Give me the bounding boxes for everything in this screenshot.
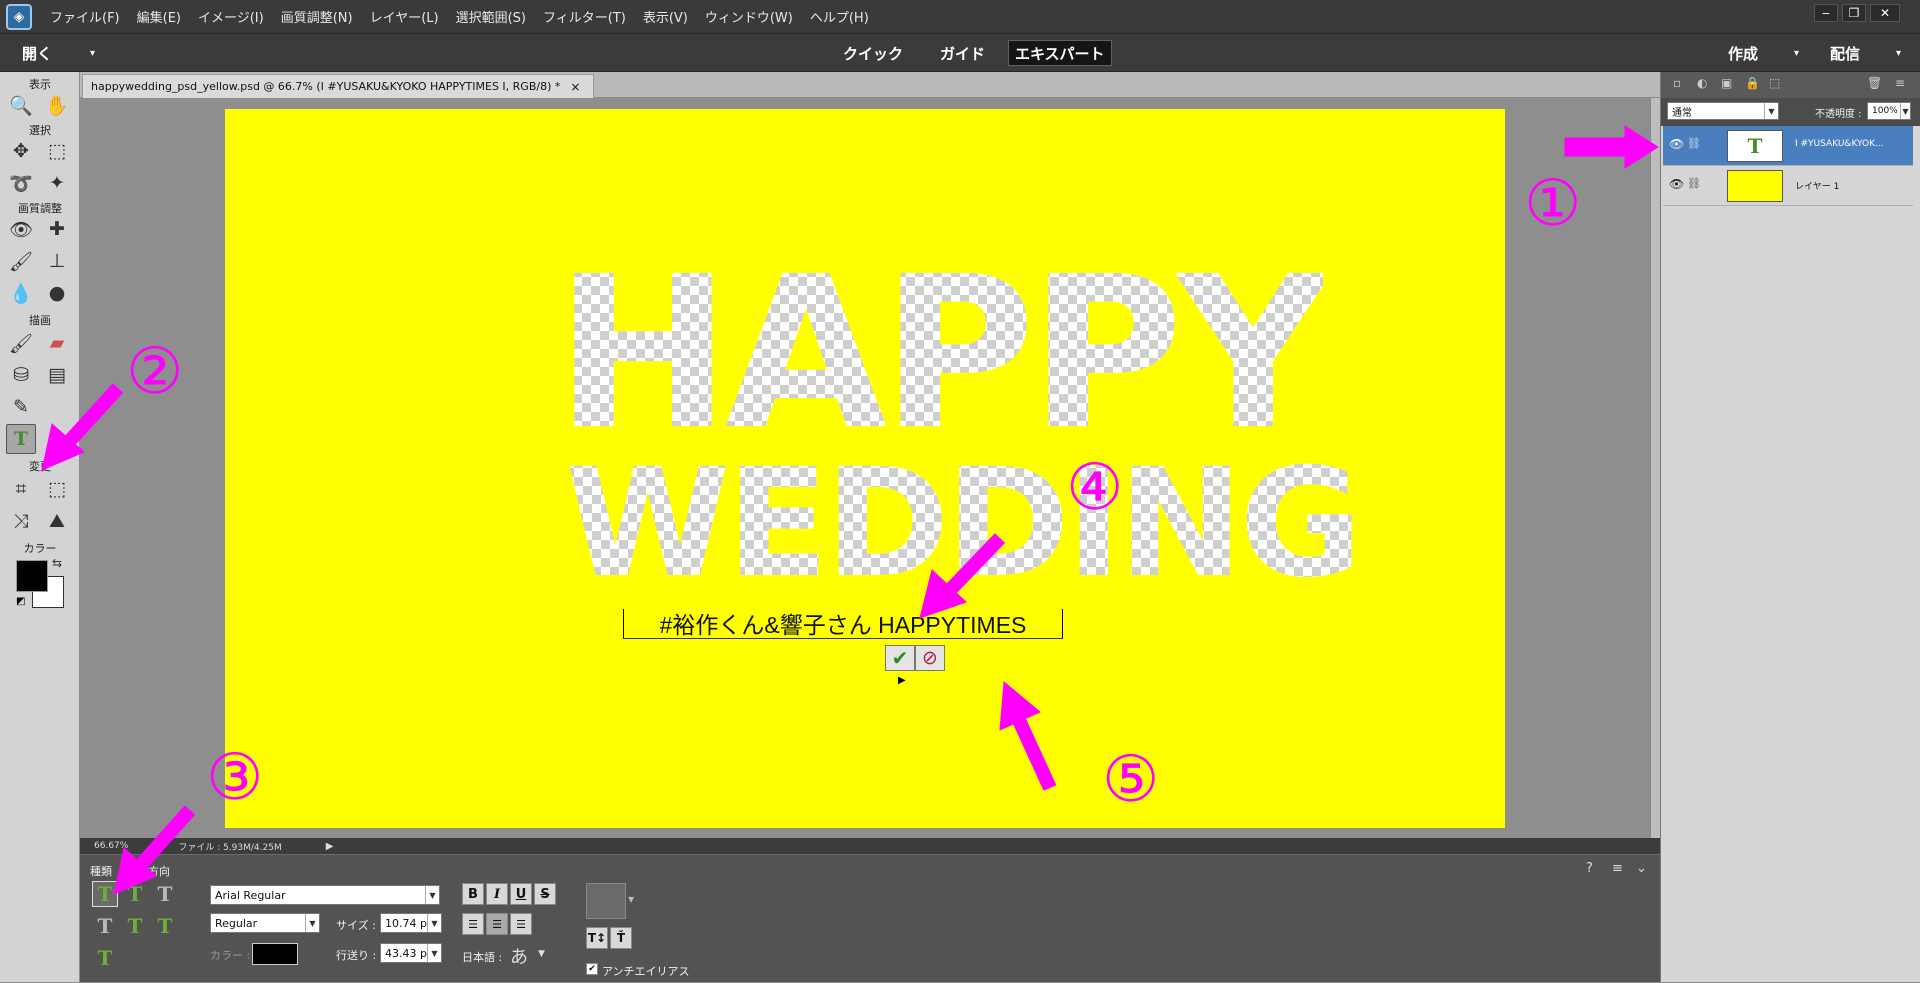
annotation-number-5: ⑤ xyxy=(1102,743,1160,817)
annotation-arrow-3-shaft xyxy=(132,805,196,873)
annotation-arrow-5-shaft xyxy=(1011,715,1057,791)
annotation-arrow-1 xyxy=(1564,125,1659,169)
annotation-number-3: ③ xyxy=(206,741,264,815)
annotation-number-2: ② xyxy=(126,335,184,409)
annotation-number-1: ① xyxy=(1524,167,1582,241)
annotation-arrows xyxy=(41,125,1659,895)
annotation-arrow-4-shaft xyxy=(944,533,1006,595)
annotation-number-4: ④ xyxy=(1066,451,1124,525)
annotation-arrow-2-shaft xyxy=(60,383,124,450)
